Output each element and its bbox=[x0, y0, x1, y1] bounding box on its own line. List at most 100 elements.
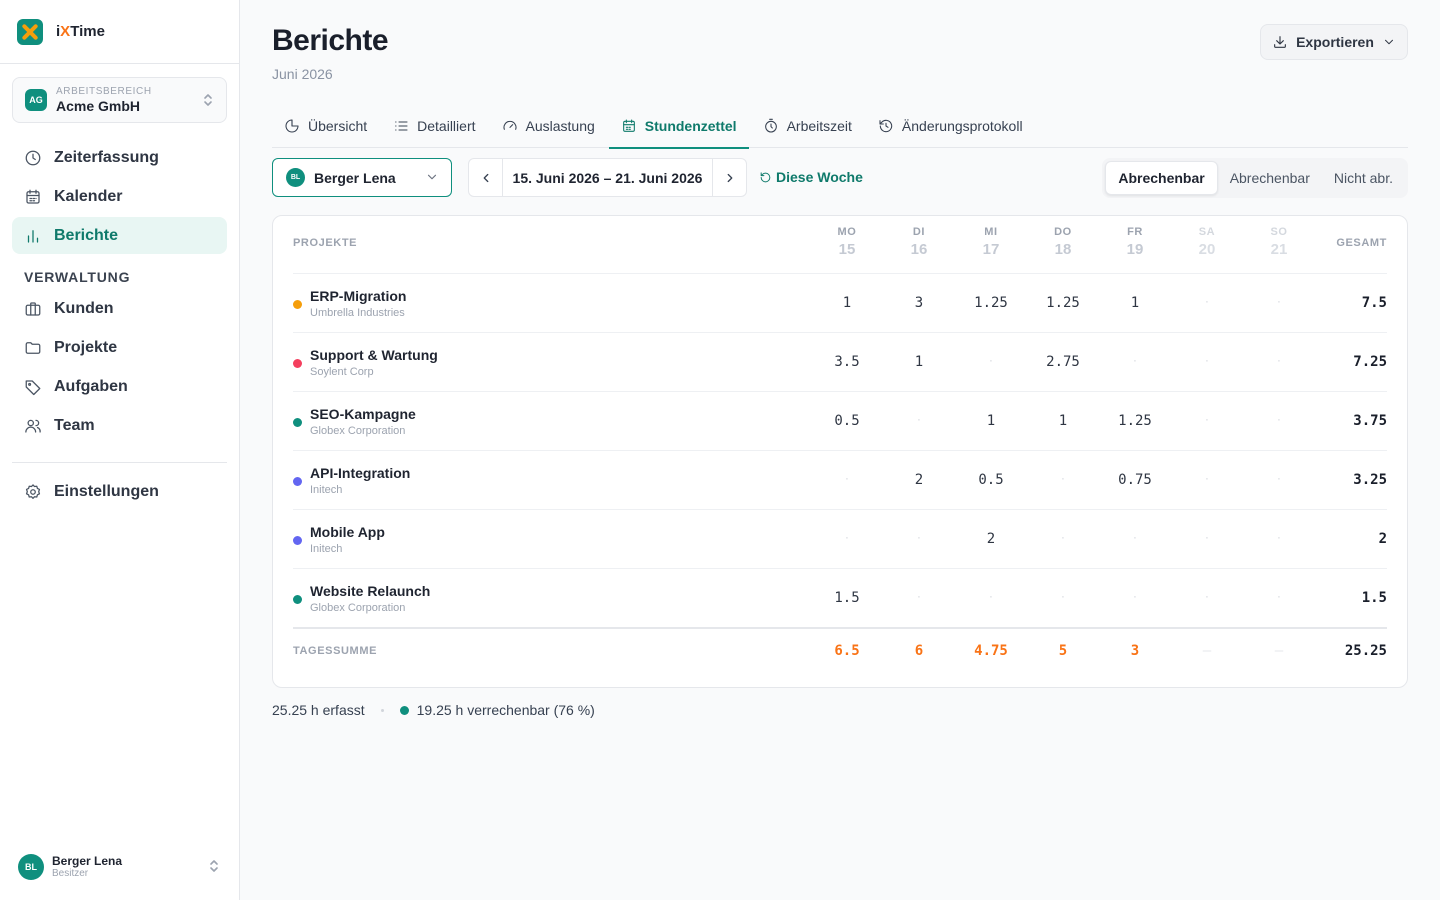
table-row[interactable]: SEO-Kampagne Globex Corporation 0.5 · 1 1 1.25… bbox=[293, 392, 1387, 451]
hours-cell[interactable]: · bbox=[1027, 534, 1099, 544]
user-select-value: Berger Lena bbox=[314, 169, 396, 186]
hours-cell[interactable]: · bbox=[1243, 534, 1315, 544]
tab-aenderungsprotokoll[interactable]: Änderungsprotokoll bbox=[866, 104, 1035, 148]
nav-item-projekte[interactable]: Projekte bbox=[12, 329, 227, 366]
chevron-down-icon bbox=[427, 174, 437, 180]
table-row[interactable]: ERP-Migration Umbrella Industries 1 3 1.25 1.… bbox=[293, 274, 1387, 333]
hours-cell[interactable]: · bbox=[811, 475, 883, 485]
nav-item-aufgaben[interactable]: Aufgaben bbox=[12, 368, 227, 405]
nav-item-einstellungen[interactable]: Einstellungen bbox=[12, 473, 227, 510]
hours-cell[interactable]: · bbox=[883, 534, 955, 544]
gear-icon bbox=[25, 483, 41, 499]
hours-cell[interactable]: 3 bbox=[883, 295, 955, 311]
daily-total-label: TAGESSUMME bbox=[293, 645, 378, 657]
hours-cell[interactable]: 2.75 bbox=[1027, 354, 1099, 370]
table-row[interactable]: Mobile App Initech · · 2 · · · · 2 bbox=[293, 510, 1387, 569]
nav-item-berichte[interactable]: Berichte bbox=[12, 217, 227, 254]
history-icon bbox=[879, 119, 893, 133]
hours-cell[interactable]: 1.25 bbox=[955, 295, 1027, 311]
users-icon bbox=[25, 419, 41, 433]
hours-cell[interactable]: 3.5 bbox=[811, 354, 883, 370]
hours-cell[interactable]: · bbox=[955, 357, 1027, 367]
hours-cell[interactable]: 0.5 bbox=[955, 472, 1027, 488]
filter-billable-active[interactable]: Abrechenbar bbox=[1105, 161, 1218, 195]
hours-cell[interactable]: · bbox=[1171, 534, 1243, 544]
table-header: PROJEKTE MO 15 DI 16 MI 17 DO 18 FR 19 SA 20 S… bbox=[293, 216, 1387, 274]
hours-cell[interactable]: · bbox=[1099, 534, 1171, 544]
user-menu[interactable]: BL Berger Lena Besitzer bbox=[18, 853, 228, 881]
hours-cell[interactable]: · bbox=[883, 593, 955, 603]
nav-item-label: Zeiterfassung bbox=[54, 148, 159, 166]
hours-cell[interactable]: 1.5 bbox=[811, 590, 883, 606]
tab-arbeitszeit[interactable]: Arbeitszeit bbox=[751, 104, 864, 148]
hours-cell[interactable]: · bbox=[883, 416, 955, 426]
nav-item-label: Berichte bbox=[54, 226, 119, 244]
tab-stundenzettel[interactable]: Stundenzettel bbox=[608, 104, 749, 149]
workspace-name: Acme GmbH bbox=[56, 98, 141, 114]
tab-label: Übersicht bbox=[308, 118, 368, 134]
hours-cell[interactable]: · bbox=[1171, 416, 1243, 426]
clock-icon bbox=[25, 150, 41, 165]
tab-uebersicht[interactable]: Übersicht bbox=[272, 104, 379, 148]
nav-item-kunden[interactable]: Kunden bbox=[12, 290, 227, 327]
hours-cell[interactable]: · bbox=[1243, 593, 1315, 603]
workspace-switcher[interactable]: AG ARBEITSBEREICH Acme GmbH bbox=[12, 77, 227, 123]
hours-cell[interactable]: · bbox=[811, 534, 883, 544]
hours-cell[interactable]: 1.25 bbox=[1027, 295, 1099, 311]
tab-auslastung[interactable]: Auslastung bbox=[490, 104, 607, 148]
filter-billable[interactable]: Abrechenbar bbox=[1218, 161, 1322, 195]
daily-totals-row: TAGESSUMME 6.5 6 4.75 5 3 – – 25.25 bbox=[293, 627, 1387, 687]
user-select[interactable]: BL Berger Lena bbox=[272, 158, 452, 197]
filter-non-billable[interactable]: Nicht abr. bbox=[1322, 161, 1405, 195]
hours-cell[interactable]: · bbox=[1099, 357, 1171, 367]
hours-cell[interactable]: 0.75 bbox=[1099, 472, 1171, 488]
this-week-label: Diese Woche bbox=[776, 169, 863, 185]
hours-cell[interactable]: · bbox=[1099, 593, 1171, 603]
day-header-fr: FR 19 bbox=[1126, 226, 1144, 258]
next-week-button[interactable] bbox=[712, 159, 746, 196]
hours-cell[interactable]: 2 bbox=[883, 472, 955, 488]
hours-cell[interactable]: · bbox=[1027, 593, 1099, 603]
this-week-button[interactable]: Diese Woche bbox=[759, 169, 863, 185]
hours-cell[interactable]: · bbox=[1027, 475, 1099, 485]
hours-cell[interactable]: · bbox=[955, 593, 1027, 603]
table-row[interactable]: Support & Wartung Soylent Corp 3.5 1 · 2.75 · ·… bbox=[293, 333, 1387, 392]
project-color-dot bbox=[293, 595, 302, 604]
total-column-header: GESAMT bbox=[1336, 237, 1387, 249]
settings-nav: Einstellungen bbox=[12, 473, 227, 512]
hours-cell[interactable]: · bbox=[1171, 298, 1243, 308]
hours-cell[interactable]: · bbox=[1243, 298, 1315, 308]
hours-cell[interactable]: 1.25 bbox=[1099, 413, 1171, 429]
hours-cell[interactable]: · bbox=[1171, 593, 1243, 603]
tab-detailliert[interactable]: Detailliert bbox=[381, 104, 487, 148]
brand[interactable]: iXTime bbox=[0, 0, 239, 64]
previous-week-button[interactable] bbox=[469, 159, 503, 196]
page-title: Berichte bbox=[272, 24, 389, 57]
hours-cell[interactable]: · bbox=[1243, 475, 1315, 485]
table-row[interactable]: API-Integration Initech · 2 0.5 · 0.75 · · 3.25 bbox=[293, 451, 1387, 510]
hours-cell[interactable]: 2 bbox=[955, 531, 1027, 547]
hours-cell[interactable]: 1 bbox=[955, 413, 1027, 429]
hours-cell[interactable]: · bbox=[1171, 357, 1243, 367]
hours-cell[interactable]: 1 bbox=[1099, 295, 1171, 311]
hours-cell[interactable]: 0.5 bbox=[811, 413, 883, 429]
nav-item-team[interactable]: Team bbox=[12, 407, 227, 444]
chevron-left-icon bbox=[483, 173, 488, 182]
date-range-label[interactable]: 15. Juni 2026 – 21. Juni 2026 bbox=[503, 170, 712, 186]
nav-item-kalender[interactable]: Kalender bbox=[12, 178, 227, 215]
projects-column-header: PROJEKTE bbox=[293, 237, 358, 249]
hours-cell[interactable]: · bbox=[1171, 475, 1243, 485]
export-button[interactable]: Exportieren bbox=[1260, 24, 1408, 60]
hours-cell[interactable]: 1 bbox=[1027, 413, 1099, 429]
hours-cell[interactable]: 1 bbox=[883, 354, 955, 370]
hours-cell[interactable]: · bbox=[1243, 357, 1315, 367]
hours-cell[interactable]: 1 bbox=[811, 295, 883, 311]
nav-item-zeiterfassung[interactable]: Zeiterfassung bbox=[12, 139, 227, 176]
hours-cell[interactable]: · bbox=[1243, 416, 1315, 426]
recorded-hours: 25.25 h erfasst bbox=[272, 702, 365, 718]
table-row[interactable]: Website Relaunch Globex Corporation 1.5 · · ·… bbox=[293, 569, 1387, 628]
day-header-mo: MO 15 bbox=[837, 226, 857, 258]
billable-dot bbox=[399, 705, 409, 715]
row-total: 7.5 bbox=[1361, 295, 1387, 311]
project-color-dot bbox=[293, 359, 302, 368]
